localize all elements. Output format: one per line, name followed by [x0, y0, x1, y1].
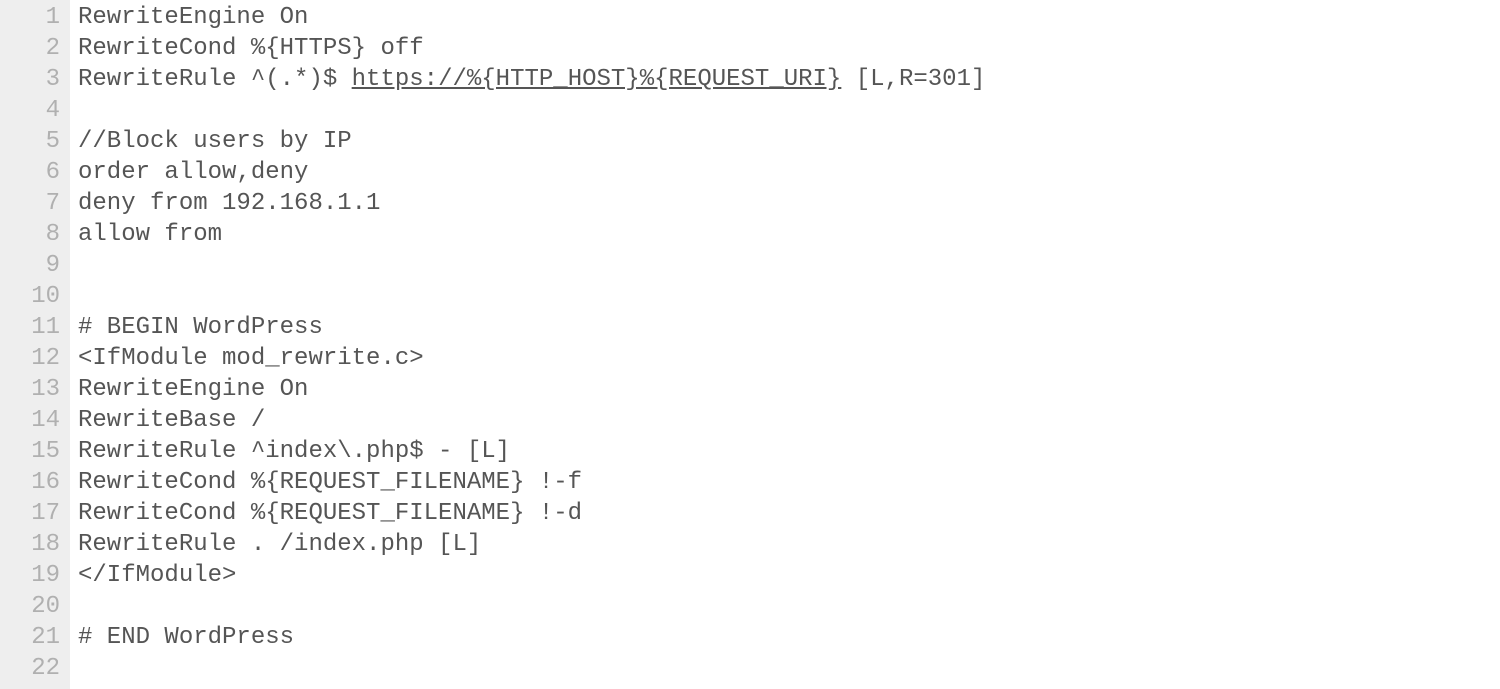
code-line[interactable]: RewriteCond %{REQUEST_FILENAME} !-f [78, 467, 1500, 498]
code-area[interactable]: RewriteEngine On RewriteCond %{HTTPS} off… [70, 0, 1500, 689]
code-line[interactable]: RewriteEngine On [78, 2, 1500, 33]
code-text-segment: # END WordPress [78, 624, 294, 651]
code-text-segment: deny from 192.168.1.1 [78, 190, 380, 217]
code-text-segment: [L,R=301] [841, 66, 985, 93]
code-line[interactable]: <IfModule mod_rewrite.c> [78, 343, 1500, 374]
code-text-segment: RewriteRule ^(.*)$ [78, 66, 352, 93]
code-url-segment: https://%{HTTP_HOST}%{REQUEST_URI} [352, 66, 842, 93]
code-text-segment: # BEGIN WordPress [78, 314, 323, 341]
code-line[interactable]: RewriteCond %{HTTPS} off [78, 33, 1500, 64]
line-number: 7 [0, 188, 70, 219]
code-line[interactable]: RewriteRule ^index\.php$ - [L] [78, 436, 1500, 467]
code-line[interactable] [78, 250, 1500, 281]
line-number: 18 [0, 529, 70, 560]
code-text-segment: <IfModule mod_rewrite.c> [78, 345, 424, 372]
code-line[interactable]: </IfModule> [78, 560, 1500, 591]
code-line[interactable]: RewriteBase / [78, 405, 1500, 436]
code-text-segment: RewriteRule . /index.php [L] [78, 531, 481, 558]
line-number: 21 [0, 622, 70, 653]
line-number: 10 [0, 281, 70, 312]
code-line[interactable]: allow from [78, 219, 1500, 250]
code-line[interactable] [78, 591, 1500, 622]
code-editor[interactable]: 12345678910111213141516171819202122 Rewr… [0, 0, 1500, 689]
line-number-gutter: 12345678910111213141516171819202122 [0, 0, 70, 689]
code-line[interactable]: RewriteRule ^(.*)$ https://%{HTTP_HOST}%… [78, 64, 1500, 95]
line-number: 5 [0, 126, 70, 157]
code-text-segment: RewriteBase / [78, 407, 265, 434]
code-line[interactable] [78, 95, 1500, 126]
line-number: 2 [0, 33, 70, 64]
line-number: 17 [0, 498, 70, 529]
code-text-segment: </IfModule> [78, 562, 236, 589]
line-number: 9 [0, 250, 70, 281]
line-number: 3 [0, 64, 70, 95]
code-text-segment: RewriteRule ^index\.php$ - [L] [78, 438, 510, 465]
code-line[interactable] [78, 653, 1500, 684]
code-text-segment: RewriteCond %{REQUEST_FILENAME} !-f [78, 469, 582, 496]
line-number: 4 [0, 95, 70, 126]
line-number: 15 [0, 436, 70, 467]
code-line[interactable]: order allow,deny [78, 157, 1500, 188]
line-number: 12 [0, 343, 70, 374]
code-text-segment: RewriteCond %{REQUEST_FILENAME} !-d [78, 500, 582, 527]
code-text-segment: //Block users by IP [78, 128, 352, 155]
line-number: 16 [0, 467, 70, 498]
code-text-segment: allow from [78, 221, 222, 248]
code-line[interactable]: # END WordPress [78, 622, 1500, 653]
code-line[interactable]: # BEGIN WordPress [78, 312, 1500, 343]
code-text-segment: RewriteEngine On [78, 4, 308, 31]
line-number: 14 [0, 405, 70, 436]
code-line[interactable]: //Block users by IP [78, 126, 1500, 157]
line-number: 19 [0, 560, 70, 591]
code-text-segment: RewriteCond %{HTTPS} off [78, 35, 424, 62]
line-number: 13 [0, 374, 70, 405]
code-line[interactable]: RewriteEngine On [78, 374, 1500, 405]
code-line[interactable]: deny from 192.168.1.1 [78, 188, 1500, 219]
line-number: 22 [0, 653, 70, 684]
line-number: 20 [0, 591, 70, 622]
code-line[interactable]: RewriteCond %{REQUEST_FILENAME} !-d [78, 498, 1500, 529]
line-number: 11 [0, 312, 70, 343]
line-number: 8 [0, 219, 70, 250]
line-number: 1 [0, 2, 70, 33]
code-line[interactable] [78, 281, 1500, 312]
code-text-segment: order allow,deny [78, 159, 308, 186]
line-number: 6 [0, 157, 70, 188]
code-line[interactable]: RewriteRule . /index.php [L] [78, 529, 1500, 560]
code-text-segment: RewriteEngine On [78, 376, 308, 403]
